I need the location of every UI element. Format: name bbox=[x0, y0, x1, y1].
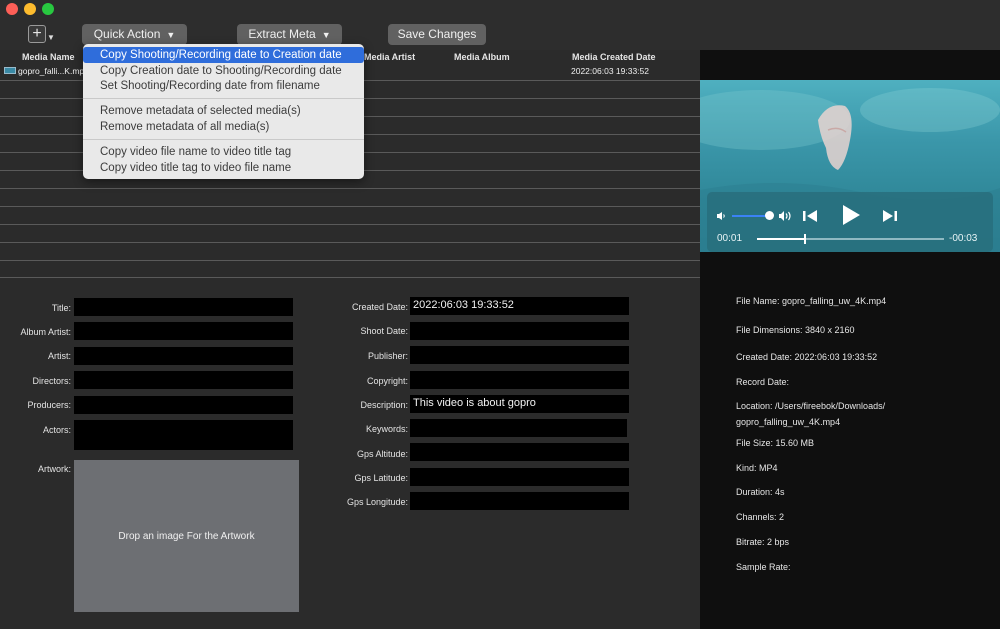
album-artist-field[interactable] bbox=[74, 322, 293, 340]
actors-field[interactable] bbox=[74, 420, 293, 450]
actors-label: Actors: bbox=[42, 425, 71, 435]
row-divider bbox=[0, 224, 700, 225]
description-label: Description: bbox=[360, 400, 408, 410]
created-date-label: Created Date: bbox=[351, 302, 408, 312]
info-duration: Duration: 4s bbox=[736, 487, 785, 497]
producers-label: Producers: bbox=[27, 400, 71, 410]
menu-item-remove-selected-metadata[interactable]: Remove metadata of selected media(s) bbox=[83, 103, 364, 119]
column-media-artist[interactable]: Media Artist bbox=[364, 52, 415, 62]
column-media-created-date[interactable]: Media Created Date bbox=[572, 52, 656, 62]
producers-field[interactable] bbox=[74, 396, 293, 414]
publisher-label: Publisher: bbox=[367, 351, 408, 361]
row-divider bbox=[0, 277, 700, 278]
minimize-window-button[interactable] bbox=[24, 3, 36, 15]
menu-item-remove-all-metadata[interactable]: Remove metadata of all media(s) bbox=[83, 119, 364, 135]
gps-latitude-field[interactable] bbox=[410, 468, 629, 486]
shoot-date-label: Shoot Date: bbox=[360, 326, 408, 336]
video-thumbnail-icon bbox=[4, 67, 16, 74]
copyright-label: Copyright: bbox=[366, 376, 408, 386]
menu-item-filename-to-title[interactable]: Copy video file name to video title tag bbox=[83, 144, 364, 160]
title-bar bbox=[0, 0, 1000, 18]
volume-slider-knob[interactable] bbox=[764, 211, 774, 220]
skip-back-icon[interactable] bbox=[802, 209, 818, 223]
close-window-button[interactable] bbox=[6, 3, 18, 15]
remaining-time: -00:03 bbox=[949, 233, 978, 244]
menu-item-set-shooting-from-filename[interactable]: Set Shooting/Recording date from filenam… bbox=[83, 78, 364, 94]
column-media-album[interactable]: Media Album bbox=[454, 52, 510, 62]
elapsed-time: 00:01 bbox=[717, 233, 743, 244]
gps-altitude-label: Gps Altitude: bbox=[356, 449, 408, 459]
gps-altitude-field[interactable] bbox=[410, 443, 629, 461]
zoom-window-button[interactable] bbox=[42, 3, 54, 15]
volume-slider[interactable] bbox=[732, 215, 769, 217]
chevron-down-icon: ▼ bbox=[166, 30, 176, 40]
player-controls: 00:01 -00:03 bbox=[707, 192, 993, 252]
title-field[interactable] bbox=[74, 298, 293, 316]
info-channels: Channels: 2 bbox=[736, 512, 785, 522]
artwork-drop-zone[interactable]: Drop an image For the Artwork bbox=[74, 460, 299, 612]
keywords-field[interactable] bbox=[410, 419, 627, 437]
menu-item-copy-shooting-to-creation[interactable]: Copy Shooting/Recording date to Creation… bbox=[83, 47, 364, 63]
save-changes-button[interactable]: Save Changes bbox=[388, 24, 486, 45]
menu-separator bbox=[83, 139, 364, 140]
row-divider bbox=[0, 242, 700, 243]
menu-separator bbox=[83, 98, 364, 99]
media-created-cell: 2022:06:03 19:33:52 bbox=[571, 66, 649, 76]
menu-item-title-to-filename[interactable]: Copy video title tag to video file name bbox=[83, 160, 364, 176]
chevron-down-icon: ▼ bbox=[321, 30, 331, 40]
artwork-label: Artwork: bbox=[37, 464, 71, 474]
menu-item-copy-creation-to-shooting[interactable]: Copy Creation date to Shooting/Recording… bbox=[83, 63, 364, 79]
media-name-cell: gopro_falli...K.mp4 bbox=[18, 66, 89, 76]
shoot-date-field[interactable] bbox=[410, 322, 629, 340]
artwork-placeholder: Drop an image For the Artwork bbox=[118, 530, 255, 542]
title-label: Title: bbox=[51, 303, 71, 313]
play-icon[interactable] bbox=[841, 204, 861, 226]
extract-meta-label: Extract Meta bbox=[248, 27, 316, 41]
keywords-label: Keywords: bbox=[365, 424, 408, 434]
info-file-name: File Name: gopro_falling_uw_4K.mp4 bbox=[736, 296, 887, 306]
preview-pane: 00:01 -00:03 File Name: gopro_falling_uw… bbox=[700, 50, 1000, 629]
info-location-continued: gopro_falling_uw_4K.mp4 bbox=[736, 417, 841, 427]
metadata-form: Title: Album Artist: Artist: Directors: … bbox=[0, 280, 700, 629]
description-field[interactable]: This video is about gopro bbox=[410, 395, 629, 413]
skip-forward-icon[interactable] bbox=[882, 209, 898, 223]
column-media-name[interactable]: Media Name bbox=[22, 52, 75, 62]
artist-label: Artist: bbox=[47, 351, 71, 361]
info-created-date: Created Date: 2022:06:03 19:33:52 bbox=[736, 352, 878, 362]
row-divider bbox=[0, 206, 700, 207]
info-kind: Kind: MP4 bbox=[736, 463, 778, 473]
info-sample-rate: Sample Rate: bbox=[736, 562, 791, 572]
info-location: Location: /Users/fireebok/Downloads/ bbox=[736, 401, 886, 411]
gps-longitude-field[interactable] bbox=[410, 492, 629, 510]
copyright-field[interactable] bbox=[410, 371, 629, 389]
volume-low-icon[interactable] bbox=[716, 211, 726, 221]
quick-action-menu: Copy Shooting/Recording date to Creation… bbox=[83, 44, 364, 179]
info-record-date: Record Date: bbox=[736, 377, 790, 387]
gps-latitude-label: Gps Latitude: bbox=[354, 473, 408, 483]
artist-field[interactable] bbox=[74, 347, 293, 365]
extract-meta-button[interactable]: Extract Meta ▼ bbox=[237, 24, 342, 45]
volume-high-icon[interactable] bbox=[778, 210, 795, 222]
quick-action-label: Quick Action bbox=[93, 27, 161, 41]
directors-field[interactable] bbox=[74, 371, 293, 389]
publisher-field[interactable] bbox=[410, 346, 629, 364]
seek-bar[interactable] bbox=[757, 234, 944, 244]
seek-progress bbox=[757, 238, 804, 240]
quick-action-button[interactable]: Quick Action ▼ bbox=[82, 24, 187, 45]
seek-handle[interactable] bbox=[803, 234, 806, 244]
album-artist-label: Album Artist: bbox=[20, 327, 71, 337]
info-bitrate: Bitrate: 2 bps bbox=[736, 537, 790, 547]
add-media-button[interactable]: + bbox=[28, 25, 46, 43]
created-date-field[interactable]: 2022:06:03 19:33:52 bbox=[410, 297, 629, 315]
info-file-dimensions: File Dimensions: 3840 x 2160 bbox=[736, 325, 855, 335]
directors-label: Directors: bbox=[32, 376, 71, 386]
gps-longitude-label: Gps Longitude: bbox=[346, 497, 408, 507]
add-menu-chevron-icon[interactable]: ▼ bbox=[47, 33, 55, 42]
row-divider bbox=[0, 260, 700, 261]
video-preview[interactable]: 00:01 -00:03 bbox=[700, 80, 1000, 252]
row-divider bbox=[0, 188, 700, 189]
info-file-size: File Size: 15.60 MB bbox=[736, 438, 815, 448]
